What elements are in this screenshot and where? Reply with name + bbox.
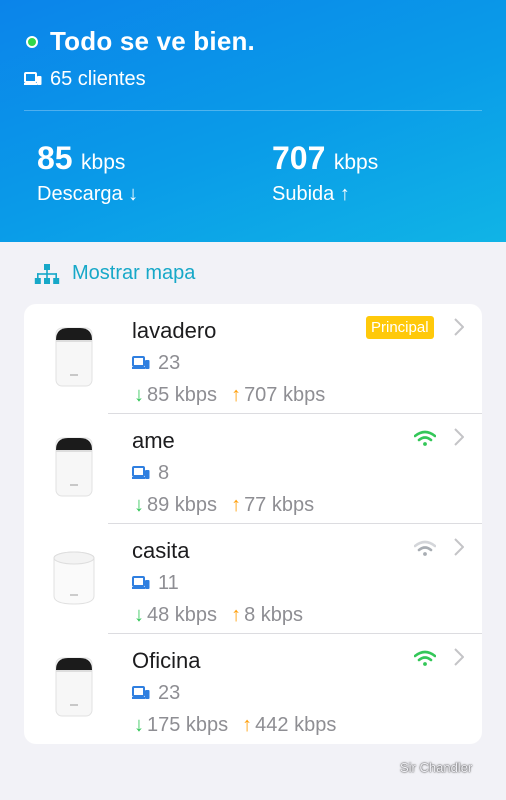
header-divider bbox=[24, 110, 482, 111]
device-download: 48 kbps bbox=[147, 604, 218, 626]
device-download: 175 kbps bbox=[147, 714, 229, 736]
chevron-right-icon bbox=[454, 648, 464, 666]
device-download: 89 kbps bbox=[147, 494, 218, 516]
upload-arrow-icon: ↑ bbox=[231, 604, 242, 626]
device-rates: ↓ 175 kbps ↑ 442 kbps bbox=[134, 714, 336, 737]
wifi-signal-icon bbox=[414, 430, 436, 446]
upload-value: 707 bbox=[272, 140, 326, 176]
device-list: lavadero Principal 23 ↓ 85 kbps ↑ 707 kb… bbox=[24, 304, 482, 744]
clients-count: 65 clientes bbox=[50, 68, 146, 90]
device-clients: 23 bbox=[132, 682, 180, 705]
device-name: lavadero bbox=[132, 318, 217, 343]
primary-badge: Principal bbox=[366, 316, 434, 339]
status-row: Todo se ve bien. bbox=[26, 26, 255, 57]
wifi-signal-icon bbox=[414, 650, 436, 666]
devices-icon bbox=[132, 465, 150, 479]
chevron-right-icon bbox=[454, 428, 464, 446]
device-name: Oficina bbox=[132, 648, 201, 673]
device-upload: 707 kbps bbox=[244, 384, 326, 406]
upload-unit: kbps bbox=[333, 151, 379, 174]
clients-summary[interactable]: 65 clientes bbox=[24, 68, 146, 91]
download-arrow-icon: ↓ bbox=[134, 714, 144, 736]
watermark: Sir Chandler bbox=[400, 760, 473, 775]
chevron-right-icon bbox=[454, 318, 464, 336]
download-speed: 85 kbps Descarga ↓ bbox=[37, 140, 138, 206]
device-clients: 11 bbox=[132, 572, 179, 595]
device-name: ame bbox=[132, 428, 175, 453]
upload-arrow-icon: ↑ bbox=[242, 714, 253, 736]
device-upload: 77 kbps bbox=[244, 494, 315, 516]
download-value: 85 bbox=[37, 140, 73, 176]
device-upload: 8 kbps bbox=[244, 604, 303, 626]
upload-speed: 707 kbps Subida ↑ bbox=[272, 140, 378, 206]
status-text: Todo se ve bien. bbox=[50, 26, 255, 56]
download-arrow-icon: ↓ bbox=[134, 384, 144, 406]
device-row-ame[interactable]: ame 8 ↓ 89 kbps ↑ 77 kbps bbox=[24, 414, 482, 524]
devices-icon bbox=[24, 71, 42, 85]
status-header: Todo se ve bien. 65 clientes 85 kbps Des… bbox=[0, 0, 506, 242]
device-clients-count: 11 bbox=[158, 572, 179, 594]
upload-arrow-icon: ↑ bbox=[231, 494, 242, 516]
deco-router-image bbox=[53, 551, 95, 605]
device-row-lavadero[interactable]: lavadero Principal 23 ↓ 85 kbps ↑ 707 kb… bbox=[24, 304, 482, 414]
wifi-signal-icon bbox=[414, 540, 436, 556]
download-arrow-icon: ↓ bbox=[134, 494, 144, 516]
chevron-right-icon bbox=[454, 538, 464, 556]
device-rates: ↓ 48 kbps ↑ 8 kbps bbox=[134, 604, 303, 627]
device-clients: 23 bbox=[132, 352, 180, 375]
network-map-icon bbox=[34, 263, 60, 284]
device-upload: 442 kbps bbox=[255, 714, 337, 736]
device-name: casita bbox=[132, 538, 190, 563]
device-row-casita[interactable]: casita 11 ↓ 48 kbps ↑ 8 kbps bbox=[24, 524, 482, 634]
devices-icon bbox=[132, 685, 150, 699]
status-dot bbox=[26, 35, 38, 48]
download-label: Descarga ↓ bbox=[37, 183, 139, 205]
devices-icon bbox=[132, 575, 150, 589]
device-clients-count: 23 bbox=[158, 352, 181, 374]
show-map-label: Mostrar mapa bbox=[72, 262, 196, 284]
device-clients: 8 bbox=[132, 462, 169, 485]
show-map-button[interactable]: Mostrar mapa bbox=[34, 262, 195, 285]
device-rates: ↓ 89 kbps ↑ 77 kbps bbox=[134, 494, 314, 517]
device-download: 85 kbps bbox=[147, 384, 218, 406]
deco-router-image bbox=[55, 657, 93, 717]
download-arrow-icon: ↓ bbox=[134, 604, 144, 626]
device-row-oficina[interactable]: Oficina 23 ↓ 175 kbps ↑ 442 kbps bbox=[24, 634, 482, 744]
devices-icon bbox=[132, 355, 150, 369]
device-rates: ↓ 85 kbps ↑ 707 kbps bbox=[134, 384, 325, 407]
device-clients-count: 8 bbox=[158, 462, 170, 484]
upload-label: Subida ↑ bbox=[272, 183, 350, 205]
device-clients-count: 23 bbox=[158, 682, 181, 704]
deco-router-image bbox=[55, 437, 93, 497]
upload-arrow-icon: ↑ bbox=[231, 384, 242, 406]
deco-router-image bbox=[55, 327, 93, 387]
download-unit: kbps bbox=[81, 151, 126, 174]
